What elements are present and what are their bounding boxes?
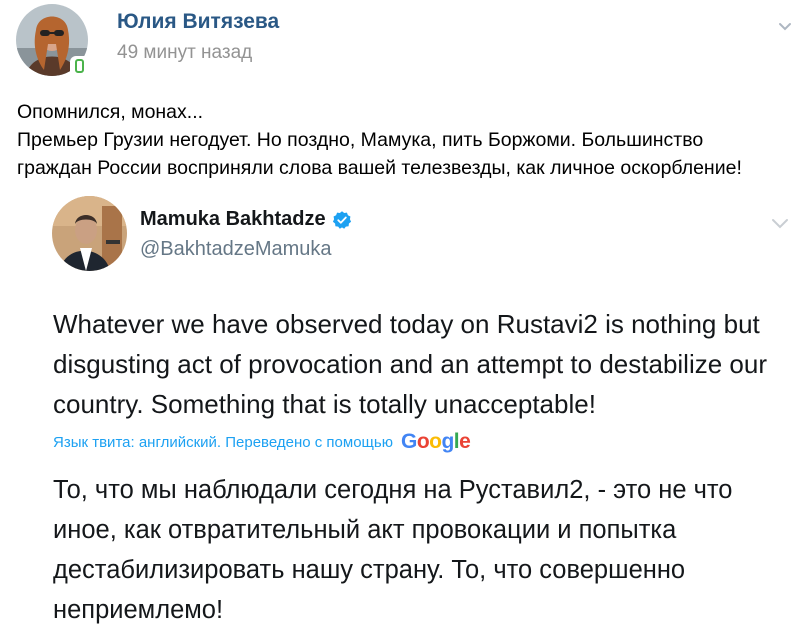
tweet-text-line: Whatever we have observed today on Rusta…: [53, 309, 760, 339]
author-name-link[interactable]: Юлия Витязева: [117, 10, 279, 34]
mobile-online-icon: [75, 59, 84, 73]
tweet-author-row: Mamuka Bakhtadze: [140, 208, 352, 231]
google-logo-letter: e: [459, 430, 471, 453]
post-timestamp[interactable]: 49 минут назад: [117, 42, 252, 64]
google-logo-letter: o: [416, 430, 430, 453]
post-text-line: граждан России восприняли слова вашей те…: [17, 157, 742, 179]
post-text-line: Премьер Грузии негодует. Но поздно, Маму…: [17, 129, 704, 151]
translation-line: дестабилизировать нашу страну. То, что с…: [53, 556, 686, 584]
chevron-down-icon: [772, 219, 788, 229]
google-logo-letter: o: [429, 430, 442, 453]
tweet-author-name: Mamuka Bakhtadze: [140, 208, 326, 230]
translation-label: Язык твита: английский. Переведено с пом…: [53, 433, 393, 451]
verified-badge-icon: [332, 210, 351, 229]
google-logo-letter: G: [400, 430, 417, 453]
translation-line: неприемлемо!: [53, 596, 224, 624]
translation-attribution: Язык твита: английский. Переведено с пом…: [53, 430, 471, 454]
translation-line: иное, как отвратительный акт провокации …: [53, 516, 677, 544]
chevron-down-icon[interactable]: [778, 22, 792, 32]
tweet-text-line: country. Something that is totally unacc…: [53, 389, 596, 419]
post-text-line: Опомнился, монах...: [17, 101, 204, 123]
tweet-author-handle: @BakhtadzeMamuka: [140, 238, 332, 260]
google-logo: Google: [400, 430, 471, 454]
tweet-translation: То, что мы наблюдали сегодня на Руставил…: [53, 470, 732, 630]
tweet-author-avatar: [52, 196, 127, 271]
post-text: Опомнился, монах... Премьер Грузии негод…: [17, 98, 797, 182]
online-mobile-badge: [70, 56, 90, 78]
vk-post: Юлия Витязева 49 минут назад Опомнился, …: [0, 0, 801, 639]
translation-line: То, что мы наблюдали сегодня на Руставил…: [53, 476, 733, 504]
tweet-text-line: disgusting act of provocation and an att…: [53, 349, 767, 379]
google-logo-letter: g: [441, 430, 454, 453]
tweet-text: Whatever we have observed today on Rusta…: [53, 304, 767, 424]
